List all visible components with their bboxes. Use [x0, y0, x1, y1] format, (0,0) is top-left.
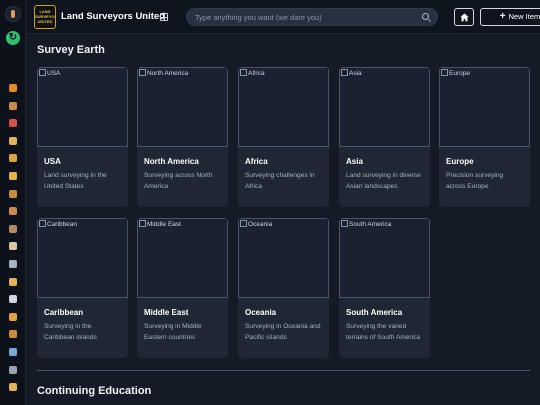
search-input[interactable]: [195, 11, 415, 24]
card-image: North America: [137, 67, 228, 147]
scroll-icon[interactable]: [9, 242, 17, 251]
card-title: Oceania: [245, 308, 277, 317]
card-description: Precision surveying across Europe: [446, 172, 504, 190]
card-description: Surveying in Middle Eastern countries: [144, 323, 202, 341]
search-icon[interactable]: [422, 13, 429, 20]
card-title: Middle East: [144, 308, 189, 317]
card-europe[interactable]: Europe Europe Precision surveying across…: [439, 67, 530, 207]
new-item-label: New Item: [508, 12, 540, 21]
grid-view-icon[interactable]: [160, 13, 168, 21]
globe-icon[interactable]: [9, 207, 17, 216]
grid-icon[interactable]: [9, 330, 17, 339]
sidebar-icon-list: [0, 84, 26, 401]
image-alt-text: Caribbean: [39, 220, 77, 228]
plus-icon[interactable]: [9, 84, 17, 92]
image-alt-text: Middle East: [139, 220, 181, 228]
app-title[interactable]: Land Surveyors United: [61, 11, 165, 22]
profile-icon[interactable]: [9, 383, 17, 392]
card-title: Europe: [446, 157, 474, 166]
refresh-icon[interactable]: ↻: [6, 31, 20, 45]
vial-icon[interactable]: [9, 259, 17, 268]
person-icon[interactable]: [9, 136, 17, 145]
card-image: Oceania: [238, 218, 329, 298]
card-image: South America: [339, 218, 430, 298]
card-title: Caribbean: [44, 308, 84, 317]
section-title-continuing-education: Continuing Education: [37, 385, 152, 397]
group-icon[interactable]: [9, 224, 17, 233]
card-image: USA: [37, 67, 128, 147]
settings-icon[interactable]: [9, 365, 17, 374]
card-image: Europe: [439, 67, 530, 147]
card-oceania[interactable]: Oceania Oceania Surveying in Oceania and…: [238, 218, 329, 358]
section-divider: [37, 370, 530, 371]
card-south-america[interactable]: South America South America Surveying th…: [339, 218, 430, 358]
card-title: South America: [346, 308, 403, 317]
image-alt-text: Oceania: [240, 220, 272, 228]
image-alt-text: Africa: [240, 69, 265, 77]
card-description: Surveying the varied terrains of South A…: [346, 323, 421, 341]
box-icon[interactable]: [9, 154, 17, 163]
card-image: Middle East: [137, 218, 228, 298]
card-asia[interactable]: Asia Asia Land surveying in diverse Asia…: [339, 67, 430, 207]
image-alt-text: USA: [39, 69, 60, 77]
card-description: Land surveying in the United States: [44, 172, 107, 190]
new-item-button[interactable]: + New Item: [480, 8, 540, 26]
building-icon[interactable]: [9, 347, 17, 356]
top-bar: LAND SURVEYORS UNITED Land Surveyors Uni…: [26, 0, 540, 34]
main-content: Survey Earth USA USA Land surveying in t…: [26, 34, 540, 405]
image-alt-text: Asia: [341, 69, 362, 77]
left-sidebar: ↻: [0, 0, 26, 405]
user-avatar-icon[interactable]: [5, 6, 21, 22]
search-bar: [186, 8, 438, 26]
card-africa[interactable]: Africa Africa Surveying challenges in Af…: [238, 67, 329, 207]
card-description: Surveying in the Caribbean islands: [44, 323, 97, 341]
card-description: Surveying across North America: [144, 172, 213, 190]
calendar-icon[interactable]: [9, 312, 17, 321]
card-description: Surveying challenges in Africa: [245, 172, 315, 190]
plus-icon: +: [499, 11, 506, 22]
image-alt-text: Europe: [441, 69, 470, 77]
card-title: Africa: [245, 157, 268, 166]
card-north-america[interactable]: North America North America Surveying ac…: [137, 67, 228, 207]
burger-icon[interactable]: [9, 101, 17, 110]
home-button[interactable]: [454, 8, 474, 26]
card-title: Asia: [346, 157, 363, 166]
package-icon[interactable]: [9, 189, 17, 198]
tag-icon[interactable]: [9, 295, 17, 304]
folder-icon[interactable]: [9, 171, 17, 180]
user-icon[interactable]: [9, 277, 17, 286]
card-description: Land surveying in diverse Asian landscap…: [346, 172, 421, 190]
card-title: USA: [44, 157, 61, 166]
image-alt-text: North America: [139, 69, 188, 77]
image-alt-text: South America: [341, 220, 391, 228]
card-caribbean[interactable]: Caribbean Caribbean Surveying in the Car…: [37, 218, 128, 358]
card-image: Asia: [339, 67, 430, 147]
card-usa[interactable]: USA USA Land surveying in the United Sta…: [37, 67, 128, 207]
tools-icon[interactable]: [9, 119, 17, 128]
card-middle-east[interactable]: Middle East Middle East Surveying in Mid…: [137, 218, 228, 358]
logo[interactable]: LAND SURVEYORS UNITED: [34, 5, 56, 29]
home-icon: [460, 13, 469, 22]
card-title: North America: [144, 157, 199, 166]
card-description: Surveying in Oceania and Pacific islands: [245, 323, 321, 341]
card-image: Caribbean: [37, 218, 128, 298]
card-image: Africa: [238, 67, 329, 147]
logo-text: LAND SURVEYORS UNITED: [35, 9, 55, 24]
section-title-survey-earth: Survey Earth: [37, 44, 105, 56]
